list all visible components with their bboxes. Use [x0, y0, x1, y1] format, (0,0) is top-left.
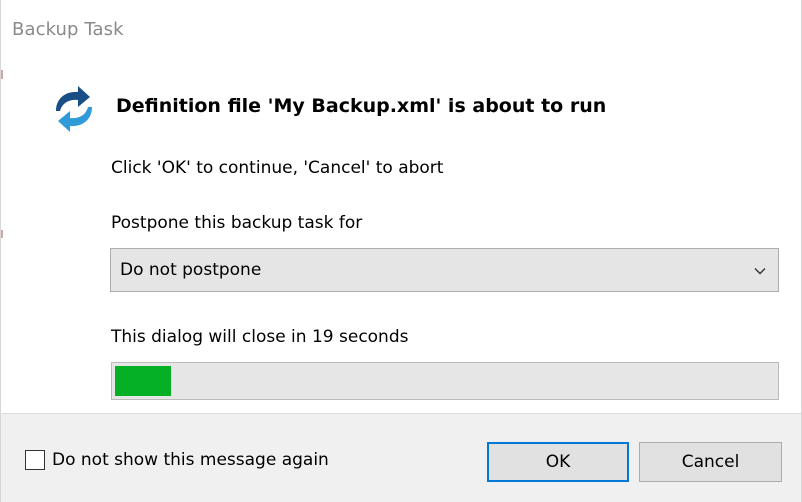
postpone-label: Postpone this backup task for: [111, 213, 363, 233]
sync-arrows-icon: [56, 86, 92, 132]
do-not-show-label[interactable]: Do not show this message again: [52, 450, 329, 470]
message-heading: Definition file 'My Backup.xml' is about…: [116, 95, 607, 117]
postpone-select-value: Do not postpone: [120, 260, 262, 280]
checkbox-box[interactable]: [25, 450, 45, 470]
cancel-button[interactable]: Cancel: [639, 442, 782, 482]
countdown-progress-fill: [115, 366, 171, 396]
countdown-text: This dialog will close in 19 seconds: [111, 327, 409, 347]
countdown-progress-bar: [111, 362, 779, 400]
dialog-footer: Do not show this message again OK Cancel: [1, 413, 801, 502]
window-title: Backup Task: [12, 19, 124, 40]
backup-task-dialog: Backup Task Definition file 'My Backup.x…: [0, 0, 802, 502]
ok-button[interactable]: OK: [487, 442, 629, 482]
do-not-show-checkbox[interactable]: Do not show this message again: [25, 450, 329, 470]
window-edge-mark: [1, 230, 3, 238]
window-edge-mark: [1, 70, 3, 79]
message-instruction: Click 'OK' to continue, 'Cancel' to abor…: [111, 158, 444, 178]
postpone-select[interactable]: Do not postpone: [110, 248, 779, 292]
chevron-down-icon: [754, 268, 766, 275]
title-bar[interactable]: Backup Task: [1, 0, 801, 62]
